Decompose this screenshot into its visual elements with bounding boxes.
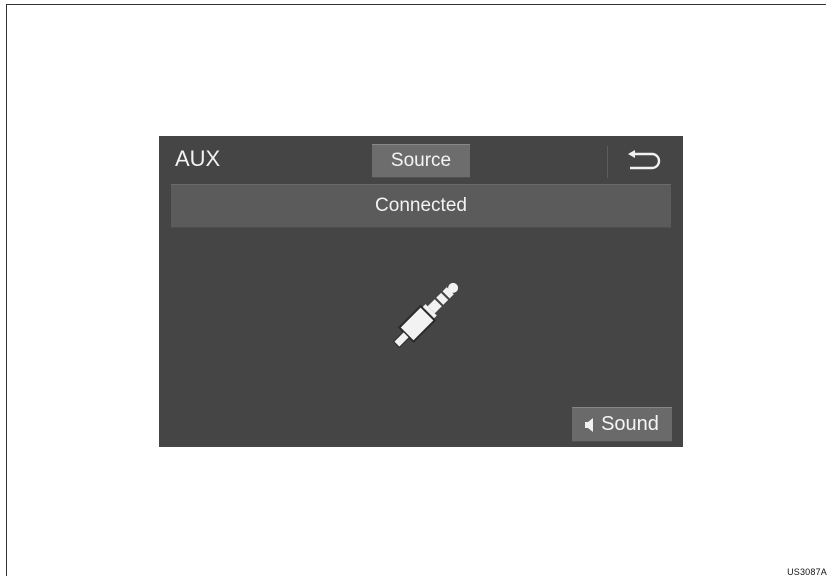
aux-screen: AUX Source Connected Sound — [159, 136, 683, 447]
header-divider — [607, 146, 608, 178]
sound-button-label: Sound — [601, 413, 659, 435]
back-arrow-icon — [628, 150, 661, 170]
connection-status-text: Connected — [375, 195, 467, 216]
speaker-icon — [585, 417, 595, 432]
aux-plug-icon — [393, 282, 459, 348]
page-title: AUX — [175, 146, 221, 171]
sound-button[interactable]: Sound — [572, 407, 672, 442]
source-button[interactable]: Source — [372, 144, 470, 178]
figure-code: US3087A — [787, 567, 827, 577]
connection-status-bar: Connected — [171, 184, 671, 228]
back-button[interactable] — [615, 144, 671, 178]
